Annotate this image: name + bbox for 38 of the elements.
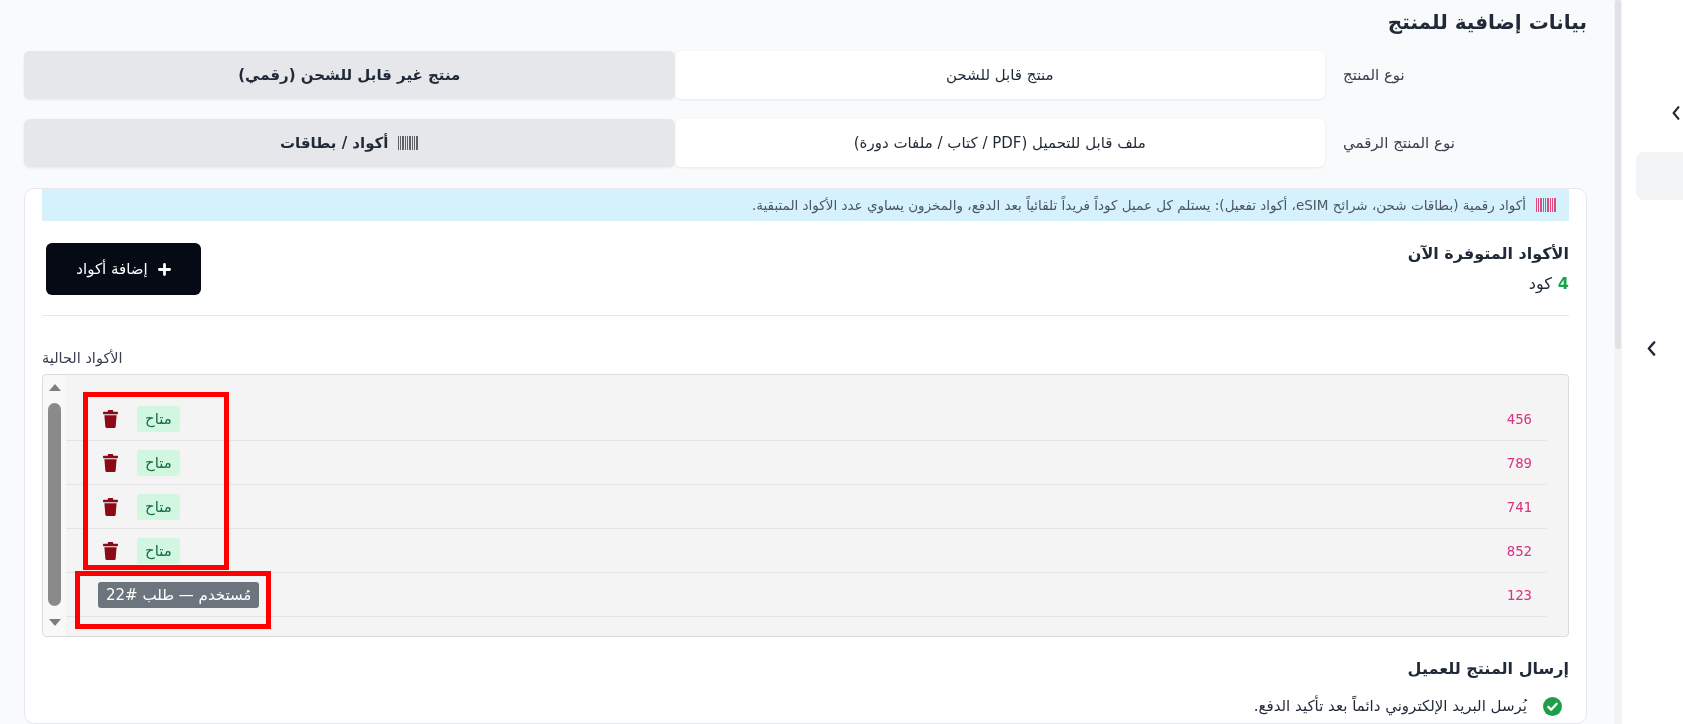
status-badge: مُستخدم — طلب #22 (98, 581, 260, 608)
status-badge: متاح (137, 493, 180, 520)
trash-icon[interactable] (103, 453, 118, 472)
trash-icon[interactable] (103, 541, 118, 560)
add-codes-button[interactable]: إضافة أكواد (46, 243, 201, 295)
status-badge: متاح (137, 537, 180, 564)
barcode-icon (398, 136, 419, 150)
delivery-title: إرسال المنتج للعميل (1406, 658, 1569, 680)
plus-icon (157, 262, 171, 276)
available-title: الأكواد المتوفرة الآن (1407, 243, 1569, 265)
barcode-icon (1536, 198, 1556, 212)
scroll-down-icon[interactable] (48, 619, 61, 626)
notice-text: أكواد رقمية (بطاقات شحن، شرائح eSIM، أكواد تفعيل): يستلم كل عميل كوداً فريداً تلقائياً بعد الدفع، والمخزون يساوي عدد الأكواد المتبقية. (752, 197, 1526, 213)
trash-icon[interactable] (103, 497, 118, 516)
code-text: 852 (1506, 542, 1532, 559)
chevron-left-icon[interactable] (1647, 341, 1656, 356)
trash-icon[interactable] (103, 409, 118, 428)
option-tab[interactable]: ملف قابل للتحميل (PDF / كتاب / ملفات دورة) (674, 119, 1325, 167)
codes-label: الأكواد الحالية (42, 348, 124, 368)
scroll-thumb[interactable] (48, 403, 61, 606)
option-tab[interactable]: منتج قابل للشحن (674, 51, 1325, 99)
count-unit: كود (1528, 273, 1552, 295)
scroll-up-icon[interactable] (48, 384, 61, 391)
delivery-text: يُرسل البريد الإلكتروني دائماً بعد تأكيد الدفع. (1253, 695, 1527, 717)
option-tab[interactable]: أكواد / بطاقات (24, 119, 675, 167)
option-tab[interactable]: منتج غير قابل للشحن (رقمي) (24, 51, 675, 99)
field-label: نوع المنتج (1342, 66, 1406, 84)
field-label: نوع المنتج الرقمي (1342, 134, 1456, 152)
page-scroll-thumb[interactable] (1615, 0, 1621, 349)
count-value: 4 (1557, 273, 1569, 295)
status-badge: متاح (137, 405, 180, 432)
code-text: 123 (1506, 586, 1532, 603)
code-text: 456 (1506, 410, 1532, 427)
code-text: 741 (1506, 498, 1532, 515)
section-title: بيانات إضافية للمنتج (1386, 9, 1587, 36)
chevron-left-icon[interactable] (1672, 106, 1680, 120)
code-text: 789 (1506, 454, 1532, 471)
status-badge: متاح (137, 449, 180, 476)
